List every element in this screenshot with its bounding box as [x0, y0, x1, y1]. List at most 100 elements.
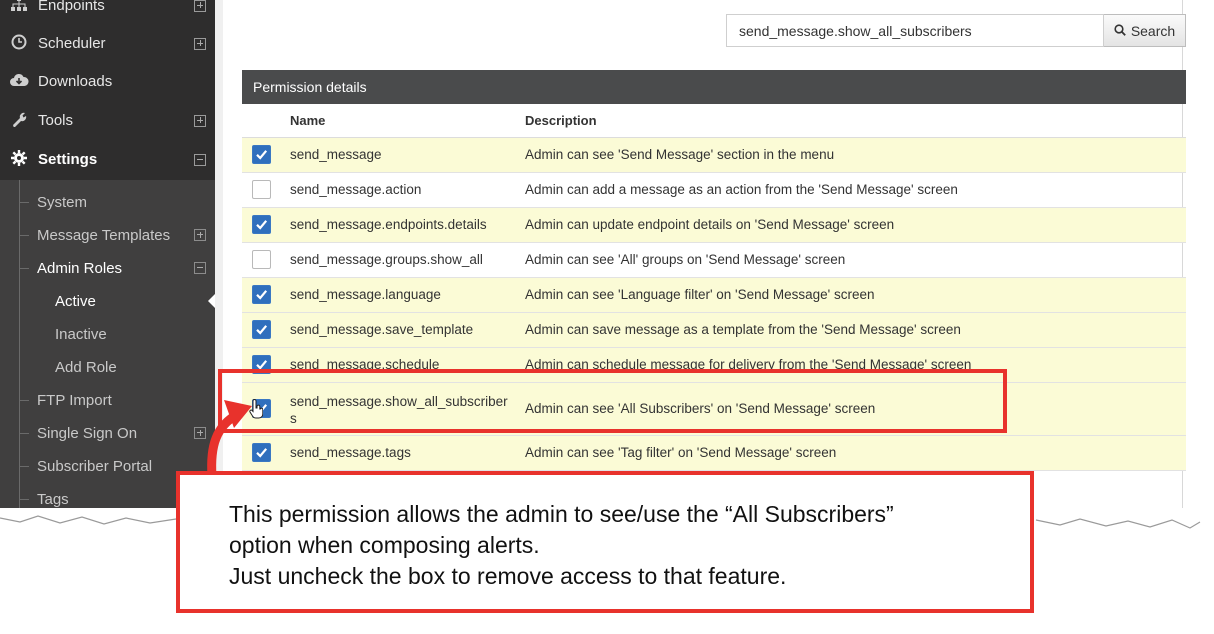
- nav-label: Settings: [38, 151, 98, 168]
- table-row: send_message.endpoints.details Admin can …: [242, 207, 1186, 243]
- permission-checkbox-cell: [242, 172, 290, 208]
- sidebar-item-label: Single Sign On: [37, 425, 138, 442]
- expand-icon[interactable]: [194, 114, 206, 127]
- table-row: send_message Admin can see 'Send Message'…: [242, 137, 1186, 173]
- expand-icon[interactable]: [194, 229, 206, 241]
- wrench-icon: [0, 111, 38, 131]
- collapse-icon[interactable]: [194, 153, 206, 166]
- permission-description-cell: Admin can see 'Language filter' on 'Send…: [525, 277, 1186, 313]
- nav-item-settings[interactable]: Settings: [0, 140, 215, 179]
- gear-icon: [0, 149, 38, 170]
- permission-checkbox[interactable]: [252, 250, 271, 269]
- table-row: send_message.groups.show_all Admin can se…: [242, 242, 1186, 278]
- nav-item-tools[interactable]: Tools: [0, 101, 215, 140]
- sidebar-item-single-sign-on[interactable]: Single Sign On: [0, 417, 215, 450]
- nav-item-scheduler[interactable]: Scheduler: [0, 24, 215, 63]
- search-input[interactable]: [726, 14, 1104, 47]
- column-header-check: [242, 104, 290, 138]
- permission-description-cell: Admin can see 'Send Message' section in …: [525, 137, 1186, 173]
- sidebar-item-label: Active: [55, 293, 96, 310]
- permission-checkbox[interactable]: [252, 320, 271, 339]
- permission-name-cell: send_message.endpoints.details: [290, 207, 525, 243]
- sidebar-item-label: Admin Roles: [37, 260, 123, 277]
- column-header-name: Name: [290, 104, 525, 138]
- permission-description: Admin can save message as a template fro…: [525, 322, 961, 337]
- sidebar-item-label: FTP Import: [37, 392, 112, 409]
- permission-description: Admin can update endpoint details on 'Se…: [525, 217, 895, 232]
- permission-name-cell: send_message.save_template: [290, 312, 525, 348]
- collapse-icon[interactable]: [194, 262, 206, 274]
- highlight-box: [218, 369, 1007, 433]
- sidebar-item-admin-roles[interactable]: Admin Roles: [0, 252, 215, 285]
- permission-name-cell: send_message.language: [290, 277, 525, 313]
- permission-name: send_message.language: [290, 287, 441, 302]
- permission-checkbox-cell: [242, 277, 290, 313]
- permission-checkbox-cell: [242, 207, 290, 243]
- permission-description-cell: Admin can save message as a template fro…: [525, 312, 1186, 348]
- callout-arrow: [207, 400, 252, 481]
- current-page-indicator: [208, 293, 215, 309]
- permission-description-cell: Admin can see 'Tag filter' on 'Send Mess…: [525, 435, 1186, 471]
- table-row: send_message.language Admin can see 'Lang…: [242, 277, 1186, 313]
- nav-label: Scheduler: [38, 35, 106, 52]
- permission-description-cell: Admin can add a message as an action fro…: [525, 172, 1186, 208]
- sidebar-item-label: System: [37, 194, 88, 211]
- permission-checkbox[interactable]: [252, 215, 271, 234]
- search-icon: [1114, 23, 1126, 39]
- permission-description: Admin can see 'Tag filter' on 'Send Mess…: [525, 445, 837, 460]
- sidebar-item-system[interactable]: System: [0, 186, 215, 219]
- permission-checkbox[interactable]: [252, 285, 271, 304]
- expand-icon[interactable]: [194, 0, 206, 12]
- sidebar-item-label: Inactive: [55, 326, 107, 343]
- search-button-label: Search: [1130, 22, 1176, 39]
- permission-checkbox-cell: [242, 242, 290, 278]
- permission-name: send_message.action: [290, 182, 422, 197]
- nav-item-endpoints[interactable]: Endpoints: [0, 0, 215, 25]
- sitemap-icon: [0, 0, 38, 15]
- sidebar-item-active[interactable]: Active: [0, 285, 215, 318]
- callout-line-3: Just uncheck the box to remove access to…: [229, 563, 787, 589]
- permission-name-cell: send_message: [290, 137, 525, 173]
- permission-name: send_message.endpoints.details: [290, 217, 487, 232]
- callout-box: This permission allows the admin to see/…: [176, 471, 1034, 613]
- main-content: Search Permission details Name Descripti…: [215, 0, 1186, 518]
- permission-description-cell: Admin can see 'All' groups on 'Send Mess…: [525, 242, 1186, 278]
- sidebar-item-label: Add Role: [55, 359, 117, 376]
- permission-description: Admin can see 'Language filter' on 'Send…: [525, 287, 875, 302]
- search-button[interactable]: Search: [1104, 14, 1186, 47]
- sidebar-item-message-templates[interactable]: Message Templates: [0, 219, 215, 252]
- sidebar-item-label: Message Templates: [37, 227, 171, 244]
- sidebar-item-inactive[interactable]: Inactive: [0, 318, 215, 351]
- hand-cursor-icon: [249, 399, 263, 419]
- permission-name: send_message: [290, 147, 382, 162]
- settings-submenu: System Message Templates Admin Roles Act…: [0, 180, 215, 518]
- sidebar-item-label: Tags: [37, 491, 69, 508]
- expand-icon[interactable]: [194, 37, 206, 50]
- table-row: send_message.action Admin can add a messa…: [242, 172, 1186, 208]
- callout-line-1: This permission allows the admin to see/…: [229, 501, 894, 527]
- permission-description-cell: Admin can update endpoint details on 'Se…: [525, 207, 1186, 243]
- permission-checkbox-cell: [242, 312, 290, 348]
- sidebar: Endpoints Scheduler Downloads Tools Sett…: [0, 0, 215, 518]
- table-header-row: Name Description: [242, 104, 1186, 138]
- cloud-download-icon: [0, 73, 38, 91]
- nav-label: Tools: [38, 112, 74, 129]
- permission-checkbox[interactable]: [252, 145, 271, 164]
- sidebar-item-ftp-import[interactable]: FTP Import: [0, 384, 215, 417]
- search-bar: Search: [726, 14, 1186, 47]
- nav-label: Downloads: [38, 73, 113, 90]
- permission-description: Admin can see 'All' groups on 'Send Mess…: [525, 252, 846, 267]
- sidebar-item-add-role[interactable]: Add Role: [0, 351, 215, 384]
- table-row: send_message.tags Admin can see 'Tag filt…: [242, 435, 1186, 471]
- permission-name: send_message.save_template: [290, 322, 474, 337]
- permission-checkbox[interactable]: [252, 180, 271, 199]
- permission-description: Admin can add a message as an action fro…: [525, 182, 958, 197]
- clock-icon: [0, 34, 38, 54]
- permission-name-cell: send_message.groups.show_all: [290, 242, 525, 278]
- column-header-description: Description: [525, 104, 1186, 138]
- panel-title: Permission details: [242, 70, 1186, 104]
- nav-item-downloads[interactable]: Downloads: [0, 62, 215, 101]
- permission-name: send_message.groups.show_all: [290, 252, 483, 267]
- permission-checkbox-cell: [242, 137, 290, 173]
- permission-description: Admin can see 'Send Message' section in …: [525, 147, 835, 162]
